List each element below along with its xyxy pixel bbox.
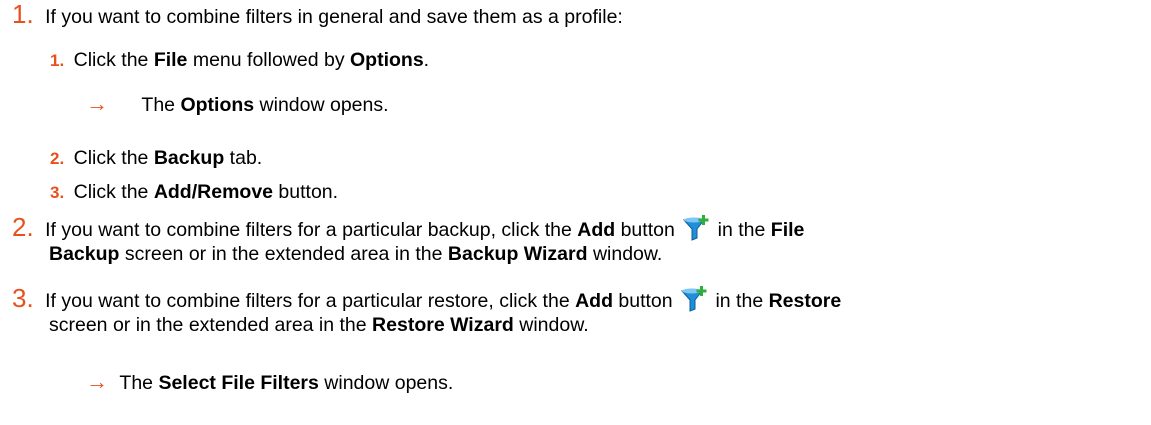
bold-text: Backup Wizard: [447, 243, 588, 265]
text: screen or in the extended area in the: [49, 314, 373, 336]
text: Click the: [73, 147, 154, 169]
bold-text: Restore Wizard: [372, 314, 514, 336]
text: Click the: [73, 181, 154, 203]
text: screen or in the extended area in the: [119, 243, 448, 265]
text: window opens.: [254, 94, 389, 116]
arrow-icon: →: [86, 91, 108, 116]
bold-text: Backup: [153, 147, 225, 169]
bold-text: Options: [180, 94, 255, 116]
step-1: 1. If you want to combine filters in gen…: [12, 0, 623, 29]
text: .: [423, 49, 430, 71]
bold-text: Add/Remove: [153, 181, 274, 203]
text: window.: [587, 243, 663, 265]
text: in the: [710, 290, 769, 312]
substep-1-3: 3. Click the Add/Remove button.: [50, 180, 338, 205]
text: window.: [513, 314, 589, 336]
step-2-line-2: Backup screen or in the extended area in…: [49, 242, 662, 266]
step-3-line-2: screen or in the extended area in the Re…: [49, 313, 589, 337]
step-number: 1.: [12, 0, 34, 29]
step-number: 3.: [12, 283, 34, 313]
bold-text: Add: [577, 219, 616, 241]
substep-1-2: 2. Click the Backup tab.: [50, 146, 262, 171]
bold-text: File: [770, 219, 805, 241]
filter-add-icon: [682, 214, 710, 248]
arrow-icon: →: [86, 369, 108, 394]
substep-number: 1.: [50, 51, 65, 70]
text: menu followed by: [187, 49, 350, 71]
text: tab.: [224, 147, 263, 169]
bold-text: File: [153, 49, 188, 71]
substep-1-1: 1. Click the File menu followed by Optio…: [50, 48, 429, 73]
text: If you want to combine filters for a par…: [45, 219, 578, 241]
text: If you want to combine filters for a par…: [45, 290, 576, 312]
filter-add-icon: [680, 285, 708, 319]
substep-number: 3.: [50, 183, 65, 202]
step-text: If you want to combine filters in genera…: [45, 6, 623, 28]
text: window opens.: [318, 372, 454, 394]
bold-text: Select File Filters: [158, 372, 319, 394]
text: Click the: [73, 49, 154, 71]
final-result: → The Select File Filters window opens.: [86, 370, 453, 395]
bold-text: Add: [575, 290, 613, 312]
text: The: [119, 372, 159, 394]
text: The: [141, 94, 181, 116]
text: button: [615, 219, 675, 241]
text: button.: [273, 181, 339, 203]
text: in the: [712, 219, 771, 241]
substep-result: → The Options window opens.: [86, 92, 389, 117]
bold-text: Restore: [768, 290, 842, 312]
step-number: 2.: [12, 212, 34, 242]
substep-number: 2.: [50, 149, 65, 168]
bold-text: Options: [350, 49, 424, 71]
text: button: [612, 290, 673, 312]
bold-text: Backup: [49, 243, 120, 265]
